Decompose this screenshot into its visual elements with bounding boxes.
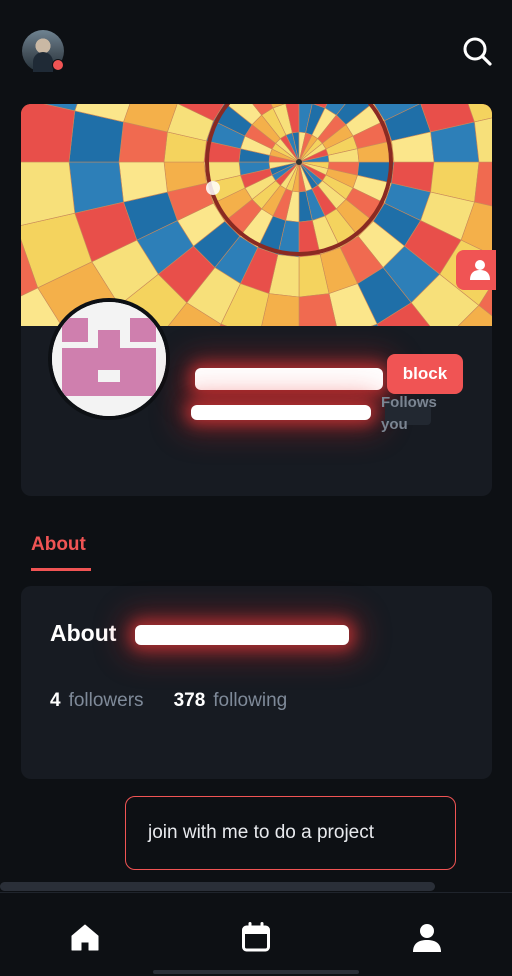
profile-avatar[interactable] <box>48 298 170 420</box>
nav-profile[interactable] <box>407 917 447 957</box>
profile-screen: block Follows you About About 4 follower… <box>0 0 512 976</box>
horizontal-scrollbar[interactable] <box>0 882 435 891</box>
user-avatar[interactable] <box>22 30 64 72</box>
following-count: 378 <box>173 690 206 711</box>
nav-home[interactable] <box>65 917 105 957</box>
nav-calendar[interactable] <box>236 917 276 957</box>
tab-active-indicator <box>31 568 91 571</box>
avatar-figure <box>33 52 53 72</box>
redacted-display-name <box>195 368 383 390</box>
following-link[interactable]: following <box>213 690 287 712</box>
home-icon <box>71 924 99 951</box>
add-user-icon <box>470 260 490 280</box>
balloon-panel <box>21 104 76 163</box>
identicon <box>52 302 166 416</box>
follow-stats: 4 followers 378 following <box>50 690 317 712</box>
search-button[interactable] <box>460 34 494 68</box>
search-icon <box>463 37 492 66</box>
redacted-about-name <box>135 625 349 645</box>
bottom-nav <box>0 892 512 976</box>
block-button[interactable]: block <box>387 354 463 394</box>
profile-card: block Follows you <box>21 104 492 496</box>
tab-about[interactable]: About <box>31 534 86 556</box>
home-indicator <box>153 970 359 974</box>
bio-text: join with me to do a project <box>125 796 456 870</box>
about-title: About <box>50 620 117 646</box>
redacted-username <box>191 405 371 420</box>
follow-button[interactable] <box>456 250 496 290</box>
notification-dot <box>52 59 64 71</box>
cover-image <box>21 104 492 326</box>
about-card: About 4 followers 378 following <box>21 586 492 779</box>
follows-you-label: Follows you <box>381 394 437 433</box>
followers-link[interactable]: followers <box>69 690 144 712</box>
identicon-pattern <box>52 302 166 416</box>
calendar-icon <box>242 922 270 952</box>
profile-icon <box>413 924 441 952</box>
followers-count: 4 <box>50 690 61 711</box>
